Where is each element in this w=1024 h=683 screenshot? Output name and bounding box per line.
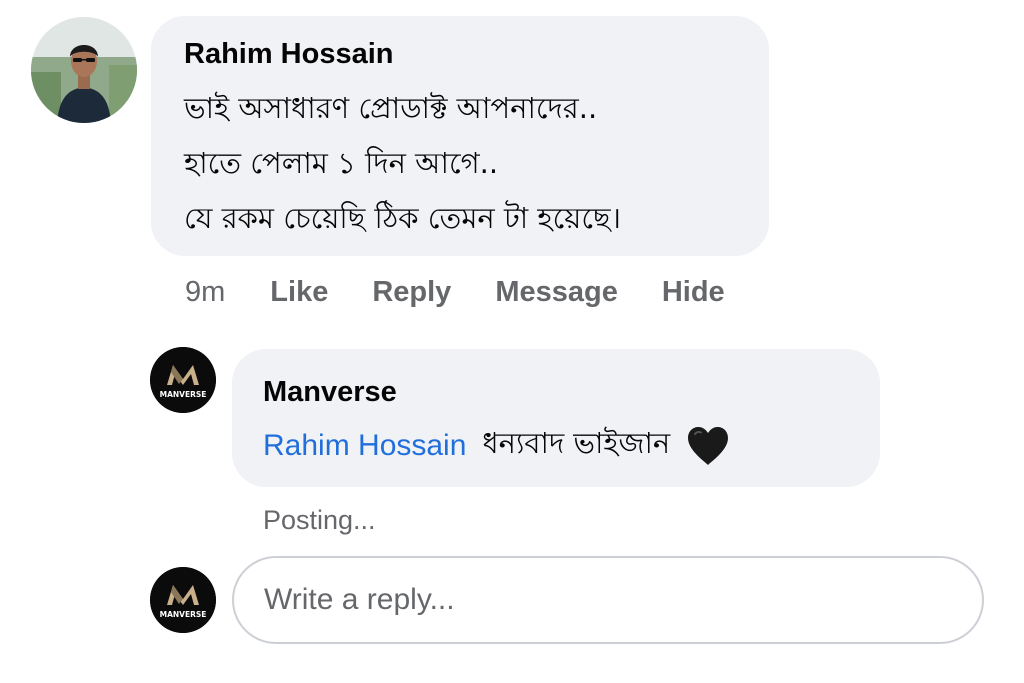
profile-photo [31,17,137,123]
posting-status: Posting... [263,505,376,535]
comment-line: ভাই অসাধারণ প্রোডাক্ট আপনাদের.. [184,91,598,125]
reply-button[interactable]: Reply [372,276,451,309]
manverse-logo: MANVERSE [150,567,216,633]
reply-bubble: Manverse Rahim Hossain ধন্যবাদ ভাইজান [232,349,880,487]
black-heart-icon [688,426,729,465]
commenter-avatar[interactable] [31,17,137,123]
comment-line: হাতে পেলাম ১ দিন আগে.. [184,146,499,180]
comment-timestamp[interactable]: 9m [185,276,225,309]
svg-text:MANVERSE: MANVERSE [160,390,207,399]
comment-actions: 9m Like Reply Message Hide [185,272,769,312]
comment-bubble: Rahim Hossain ভাই অসাধারণ প্রোডাক্ট আপনা… [151,16,769,256]
reply-input[interactable] [232,556,984,644]
mention-link[interactable]: Rahim Hossain [263,429,466,463]
svg-text:MANVERSE: MANVERSE [160,610,207,619]
comment-line: যে রকম চেয়েছি ঠিক তেমন টা হয়েছে। [184,201,621,235]
comment-author[interactable]: Rahim Hossain [184,38,394,71]
hide-button[interactable]: Hide [662,276,725,309]
like-button[interactable]: Like [270,276,328,309]
reply-text: ধন্যবাদ ভাইজান [482,426,671,460]
manverse-logo: MANVERSE [150,347,216,413]
page-avatar[interactable]: MANVERSE [150,347,216,413]
reply-body: Rahim Hossain ধন্যবাদ ভাইজান [263,421,730,470]
composer-avatar[interactable]: MANVERSE [150,567,216,633]
reply-author[interactable]: Manverse [263,376,397,409]
message-button[interactable]: Message [495,276,618,309]
